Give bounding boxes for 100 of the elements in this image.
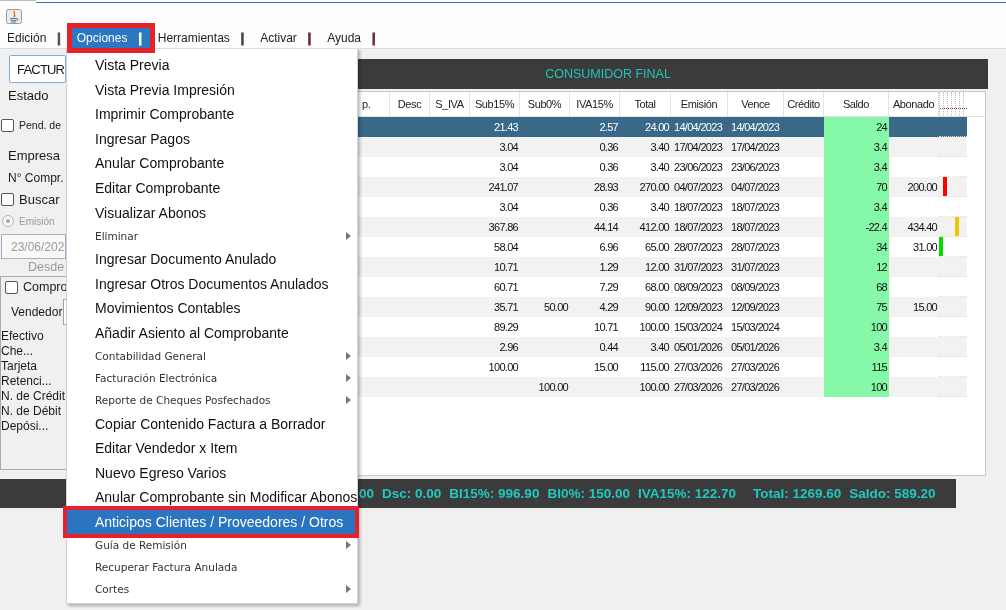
table-cell-text: 18/07/2023 [730, 220, 781, 235]
menu-item[interactable]: Reporte de Cheques Posfechados [67, 389, 355, 412]
table-cell: 100 [824, 317, 889, 337]
menu-item[interactable]: Vista Previa [67, 52, 355, 78]
table-cell-text: 10.71 [592, 320, 619, 335]
column-header[interactable]: Saldo [824, 92, 889, 116]
table-cell-text: 14/04/2023 [673, 120, 724, 135]
table-cell-text: 15.00 [911, 300, 938, 315]
table-row[interactable]: 3.04 0.36 3.40 17/04/2023 17/04/2023 3.4 [358, 137, 985, 157]
payment-type-label: Retenci... [1, 374, 52, 389]
menu-bar-item[interactable]: Edición | [2, 28, 69, 48]
menu-item[interactable]: Editar Vendedor x Item [67, 435, 355, 461]
table-cell-text: 24.00 [643, 120, 670, 135]
menu-item[interactable]: Ingresar Otros Documentos Anulados [67, 271, 355, 297]
column-header[interactable]: Abonado [889, 92, 939, 116]
total-figure: BI0%: 150.00 [547, 486, 630, 501]
payment-type-label: Che... [1, 344, 33, 359]
coffee-cup-icon [6, 9, 22, 24]
menu-item[interactable]: Anular Comprobante sin Modificar Abonos [67, 485, 355, 510]
table-cell-text: 14/04/2023 [730, 120, 781, 135]
table-row[interactable]: 21.43 2.57 24.00 14/04/2023 14/04/2023 24 [358, 117, 985, 137]
menu-separator: | [372, 31, 376, 45]
menu-bar-item[interactable]: Opciones | [71, 28, 150, 48]
table-cell-text: 0.44 [598, 340, 620, 355]
table-cell: -22.4 [824, 217, 889, 237]
table-row[interactable]: 2.96 0.44 3.40 05/01/2026 05/01/2026 3.4 [358, 337, 985, 357]
menu-bar-item[interactable]: Herramientas | [152, 28, 253, 48]
table-row[interactable]: 10.71 1.29 12.00 31/07/2023 31/07/2023 12 [358, 257, 985, 277]
menu-separator: | [240, 31, 245, 45]
table-cell-text: 18/07/2023 [730, 200, 781, 215]
menu-item[interactable]: Vista Previa Impresión [67, 77, 355, 102]
search-checkbox[interactable] [1, 193, 14, 206]
column-header[interactable]: Sub15% [470, 92, 520, 116]
table-cell-text: 23/06/2023 [673, 160, 724, 175]
menu-item[interactable]: Anticipos Clientes / Proveedores / Otros [67, 509, 355, 535]
table-cell-text: 0.36 [598, 160, 619, 175]
column-header[interactable]: Desc [390, 92, 430, 116]
date-caption: Desde [28, 260, 65, 274]
table-cell-text: 28/07/2023 [730, 240, 781, 255]
menu-item[interactable]: Eliminar [67, 224, 355, 247]
table-row[interactable]: 35.71 50.00 4.29 90.00 12/09/2023 12/09/2023 75 15.00 [358, 297, 985, 317]
menu-item[interactable]: Ingresar Pagos [67, 126, 355, 152]
column-header[interactable]: S_IVA [430, 92, 470, 116]
payment-type-label: Efectivo [1, 329, 44, 344]
menu-item[interactable]: Movimientos Contables [67, 296, 355, 321]
column-header[interactable]: Total [620, 92, 671, 116]
table-cell-text: 12/09/2023 [673, 300, 724, 315]
company-label: Empresa [8, 147, 61, 163]
pending-label: Pend. de [19, 119, 62, 131]
table-row[interactable]: 367.86 44.14 412.00 18/07/2023 18/07/2023 -22.4 434.40 [358, 217, 985, 237]
total-figure: BI15%: 996.90 [449, 486, 540, 501]
menu-bar-item[interactable]: Activar | [255, 28, 320, 48]
radio-label: Emisión [19, 215, 55, 227]
pending-checkbox[interactable] [1, 118, 14, 132]
menu-bar-item[interactable]: Ayuda | [322, 28, 384, 48]
table-cell-text: 270.00 [638, 180, 670, 195]
table-cell-text: 2.57 [598, 120, 619, 135]
menu-item[interactable]: Visualizar Abonos [67, 200, 355, 225]
table-cell-text: 44.14 [592, 220, 620, 235]
client-name: CONSUMIDOR FINAL [545, 67, 671, 81]
table-cell: 68 [824, 277, 889, 297]
menu-item[interactable]: Contabilidad General [67, 345, 355, 368]
column-header[interactable]: Crédito [784, 92, 824, 116]
menu-item[interactable]: Añadir Asiento al Comprobante [67, 320, 355, 346]
menu-item[interactable]: Copiar Contenido Factura a Borrador [67, 411, 355, 436]
menu-item[interactable]: Cortes [67, 578, 355, 601]
search-label: Buscar [19, 192, 60, 207]
vendor-field[interactable] [63, 299, 66, 325]
payment-type-label: N. de Crédit [1, 389, 66, 404]
table-cell-text: 31.00 [911, 240, 938, 255]
menu-item[interactable]: Nuevo Egreso Varios [67, 460, 355, 485]
menu-item[interactable]: Editar Comprobante [67, 175, 355, 201]
table-cell-text: 65.00 [643, 240, 670, 255]
menu-item[interactable]: Recuperar Factura Anulada [67, 556, 355, 579]
table-cell-text: 3.40 [649, 200, 670, 215]
total-figure: IVA15%: 122.70 [637, 486, 736, 501]
table-cell: 3.4 [824, 157, 889, 177]
column-header[interactable]: Emisión [671, 92, 728, 116]
table-cell-text: 4.29 [598, 300, 619, 315]
menu-item[interactable]: Imprimir Comprobante [67, 101, 355, 127]
table-row[interactable]: 241.07 28.93 270.00 04/07/2023 04/07/2023 70 200.00 [358, 177, 985, 197]
table-cell-text: 100.00 [638, 380, 670, 395]
column-header[interactable]: IVA15% [570, 92, 620, 116]
table-cell-text: 35.71 [492, 300, 519, 315]
menu-item[interactable]: Facturación Electrónica [67, 367, 355, 390]
table-cell-text: 68.00 [643, 280, 670, 295]
column-header[interactable]: Vence [728, 92, 784, 116]
column-header[interactable]: Sub0% [520, 92, 570, 116]
menu-item[interactable]: Anular Comprobante [67, 151, 355, 176]
table-cell: 100 [824, 377, 889, 397]
table-cell: 70 [824, 177, 889, 197]
table-row[interactable]: 100.00 100.00 27/03/2026 27/03/2026 100 [358, 377, 985, 397]
table-cell-text: 31/07/2023 [730, 260, 781, 275]
menu-item[interactable]: Guía de Remisión [67, 534, 355, 557]
document-type-field[interactable]: FACTUR [9, 55, 66, 83]
payments-checkbox[interactable] [5, 280, 18, 294]
table-cell-text: 27/03/2026 [730, 380, 781, 395]
table-cell-text: 28/07/2023 [673, 240, 724, 255]
table-cell-text: 27/03/2026 [673, 380, 724, 395]
menu-item[interactable]: Ingresar Documento Anulado [67, 246, 355, 272]
